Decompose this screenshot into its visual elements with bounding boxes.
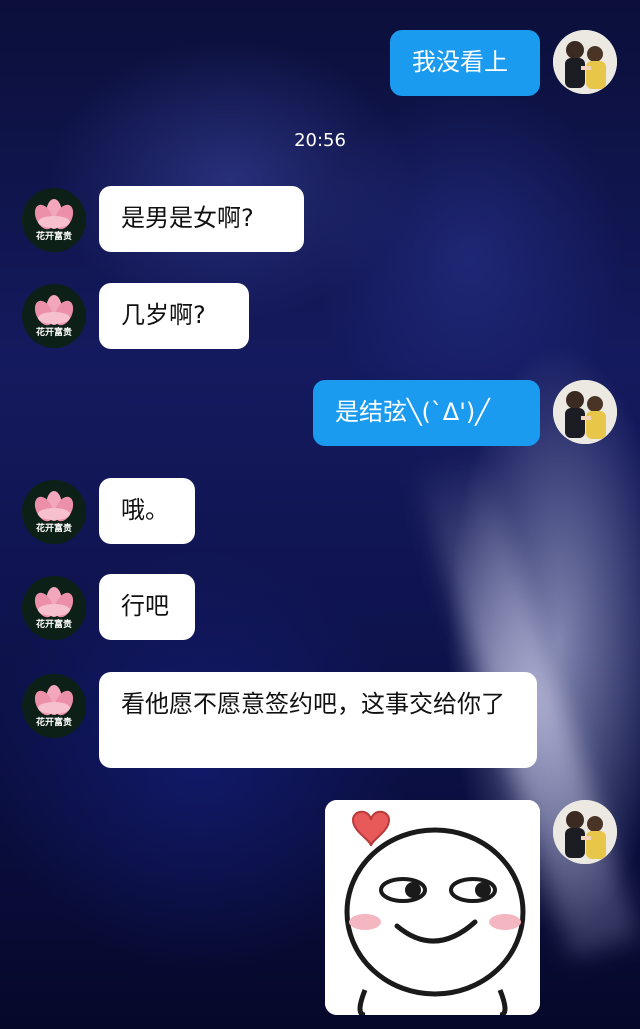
contact-avatar-caption: 花开富贵 [35, 620, 72, 630]
contact-avatar-caption: 花开富贵 [35, 718, 72, 728]
contact-avatar[interactable]: 花开富贵 [22, 188, 86, 252]
message-bubble-incoming[interactable]: 看他愿不愿意签约吧，这事交给你了 [99, 672, 537, 768]
chat-timestamp: 20:56 [294, 130, 346, 151]
lotus-flower-icon [22, 480, 86, 544]
message-bubble-incoming[interactable]: 几岁啊? [99, 283, 249, 349]
contact-avatar-caption: 花开富贵 [35, 328, 72, 338]
contact-avatar-caption: 花开富贵 [35, 524, 72, 534]
smirk-face-sticker-icon [325, 800, 540, 1015]
lotus-flower-icon [22, 284, 86, 348]
lotus-flower-icon [22, 674, 86, 738]
couple-photo-icon [553, 380, 617, 444]
my-avatar[interactable] [553, 800, 617, 864]
contact-avatar-caption: 花开富贵 [35, 232, 72, 242]
contact-avatar[interactable]: 花开富贵 [22, 284, 86, 348]
contact-avatar[interactable]: 花开富贵 [22, 674, 86, 738]
lotus-flower-icon [22, 188, 86, 252]
message-bubble-outgoing[interactable]: 是结弦╲(`Δ')╱ [313, 380, 540, 446]
my-avatar[interactable] [553, 380, 617, 444]
message-bubble-outgoing[interactable]: 我没看上 [390, 30, 540, 96]
contact-avatar[interactable]: 花开富贵 [22, 576, 86, 640]
my-avatar[interactable] [553, 30, 617, 94]
message-bubble-incoming[interactable]: 是男是女啊? [99, 186, 304, 252]
couple-photo-icon [553, 800, 617, 864]
lotus-flower-icon [22, 576, 86, 640]
message-bubble-incoming[interactable]: 哦。 [99, 478, 195, 544]
sticker-message[interactable] [325, 800, 540, 1015]
message-bubble-incoming[interactable]: 行吧 [99, 574, 195, 640]
couple-photo-icon [553, 30, 617, 94]
contact-avatar[interactable]: 花开富贵 [22, 480, 86, 544]
